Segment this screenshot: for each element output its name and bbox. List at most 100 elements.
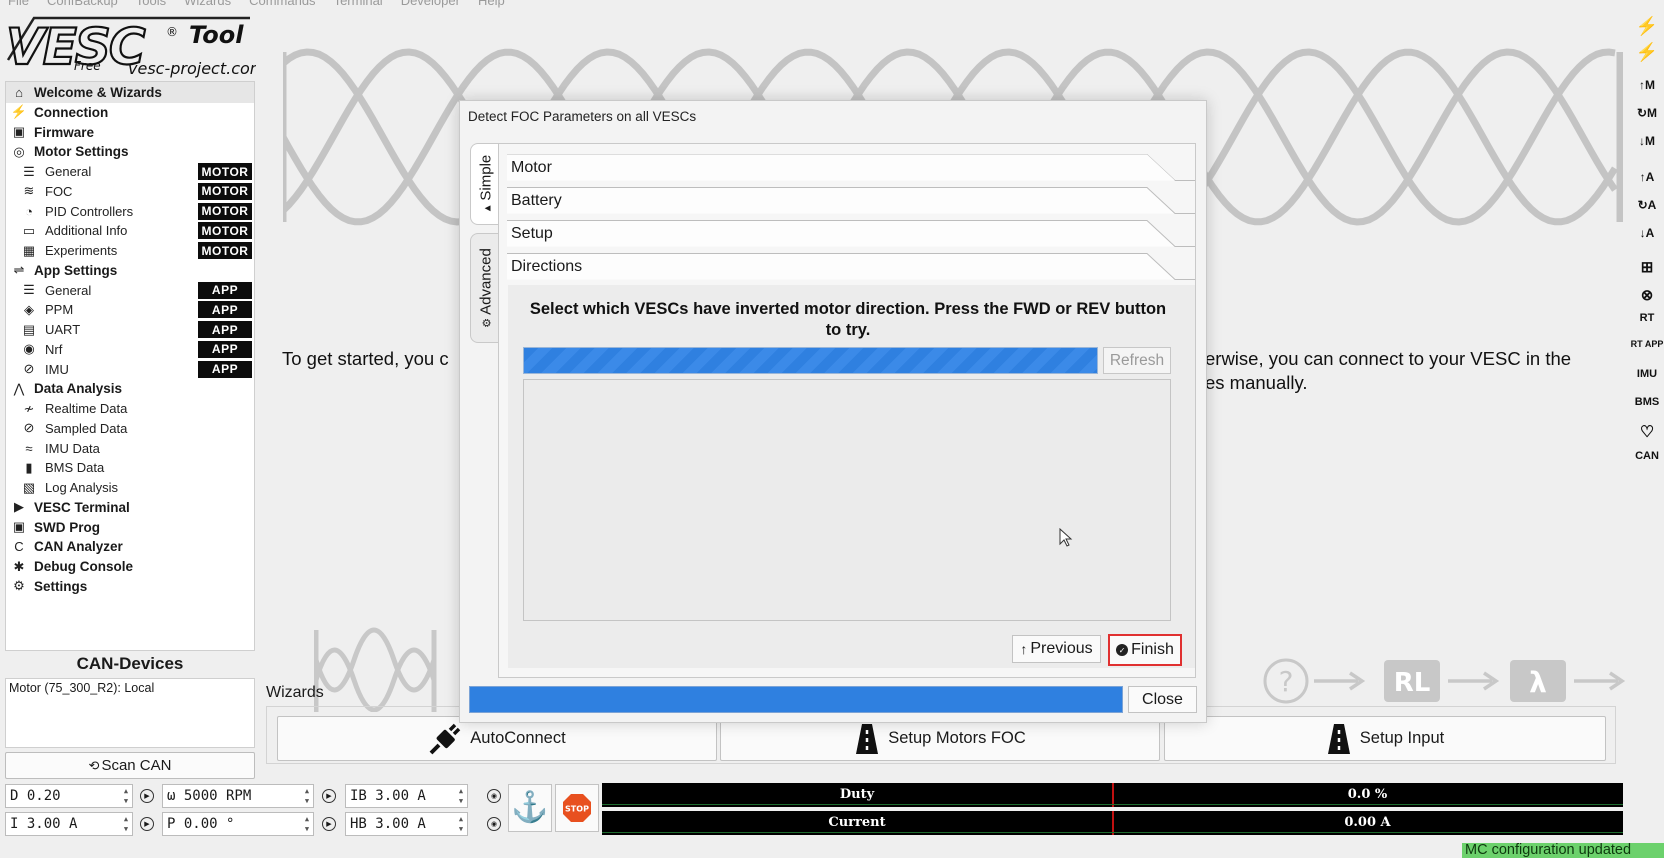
sidebar-item-log-analysis[interactable]: ▧ Log Analysis bbox=[6, 477, 254, 498]
dialog-title: Detect FOC Parameters on all VESCs bbox=[468, 109, 697, 124]
sidebar-item-imu-data[interactable]: ≈ IMU Data bbox=[6, 438, 254, 459]
sliders-icon: ☰ bbox=[23, 282, 35, 297]
setup-input-button[interactable]: Setup Input bbox=[1164, 716, 1606, 761]
play-rpm-icon[interactable]: ▶ bbox=[319, 785, 339, 807]
tab-simple[interactable]: ▲ Simple bbox=[470, 143, 500, 225]
sidebar-item-additional-info-motor[interactable]: ▭ Additional Info MOTOR bbox=[6, 220, 254, 241]
sidebar-item-app-settings[interactable]: ⇌ App Settings bbox=[6, 260, 254, 281]
brake-ib-icon[interactable]: ◉ bbox=[484, 785, 504, 807]
sidebar-item-general-motor[interactable]: ☰ General MOTOR bbox=[6, 161, 254, 182]
menu-confbackup[interactable]: ConfBackup bbox=[47, 0, 118, 8]
spin-arrows-icon[interactable]: ▲ ▼ bbox=[302, 814, 312, 834]
sidebar-item-connection[interactable]: ⚡ Connection bbox=[6, 102, 254, 123]
current-input[interactable]: I 3.00 A ▲ ▼ bbox=[5, 812, 133, 836]
log-icon: ▧ bbox=[22, 479, 36, 495]
check-circle-icon: ✓ bbox=[1116, 644, 1129, 656]
scan-progress-bar bbox=[523, 347, 1098, 374]
sidebar-item-pid-controllers-motor[interactable]: ◔ PID Controllers MOTOR bbox=[6, 201, 254, 222]
imu-icon: ⊘ bbox=[23, 361, 35, 376]
sidebar-item-experiments-motor[interactable]: ▦ Experiments MOTOR bbox=[6, 240, 254, 261]
section-setup[interactable]: Setup bbox=[507, 220, 1195, 248]
sidebar-item-vesc-terminal[interactable]: ▶ VESC Terminal bbox=[6, 497, 254, 518]
default-motor-config-icon[interactable]: ↻M bbox=[1630, 106, 1664, 120]
sidebar-item-realtime-data[interactable]: ≁ Realtime Data bbox=[6, 398, 254, 419]
can-device-item[interactable]: Motor (75_300_R2): Local bbox=[9, 681, 251, 695]
menu-commands[interactable]: Commands bbox=[249, 0, 315, 8]
duty-input[interactable]: D 0.20 ▲ ▼ bbox=[5, 784, 133, 808]
stop-button[interactable]: STOP bbox=[555, 784, 599, 832]
sidebar-item-label: Realtime Data bbox=[45, 401, 128, 416]
sidebar-item-welcome-wizards[interactable]: ⌂ Welcome & Wizards bbox=[6, 82, 254, 103]
heart-icon[interactable]: ♡ bbox=[1630, 422, 1664, 442]
sidebar-item-label: VESC Terminal bbox=[34, 499, 130, 515]
connect-icon[interactable]: ⚡ bbox=[1630, 16, 1664, 37]
flow-step-help: ? bbox=[1279, 665, 1294, 698]
current-bar-label: Current bbox=[828, 815, 886, 830]
sidebar-item-label: Additional Info bbox=[45, 223, 128, 239]
sidebar-item-firmware[interactable]: ▣ Firmware bbox=[6, 122, 254, 143]
read-motor-config-icon[interactable]: ↓M bbox=[1630, 134, 1664, 148]
write-motor-config-icon[interactable]: ↑M bbox=[1630, 78, 1664, 92]
sidebar-item-data-analysis[interactable]: ⋀ Data Analysis bbox=[6, 378, 254, 399]
menu-file[interactable]: File bbox=[8, 0, 29, 8]
vesc-direction-list[interactable] bbox=[523, 379, 1171, 621]
spin-arrows-icon[interactable]: ▲ ▼ bbox=[456, 786, 466, 806]
write-app-config-icon[interactable]: ↑A bbox=[1630, 170, 1664, 184]
refresh-button[interactable]: Refresh bbox=[1103, 347, 1171, 374]
brake-hb-icon[interactable]: ◉ bbox=[484, 813, 504, 835]
menu-terminal[interactable]: Terminal bbox=[334, 0, 383, 8]
spin-arrows-icon[interactable]: ▲ ▼ bbox=[456, 814, 466, 834]
section-battery[interactable]: Battery bbox=[507, 187, 1195, 215]
play-duty-icon[interactable]: ▶ bbox=[137, 785, 157, 807]
play-current-icon[interactable]: ▶ bbox=[137, 813, 157, 835]
spin-arrows-icon[interactable]: ▲ ▼ bbox=[121, 786, 131, 806]
can-device-list[interactable]: Motor (75_300_R2): Local bbox=[5, 678, 255, 748]
read-app-config-icon[interactable]: ↓A bbox=[1630, 226, 1664, 240]
can-fwd-icon[interactable]: CAN bbox=[1630, 450, 1664, 462]
anchor-button[interactable]: ⚓ bbox=[508, 784, 552, 832]
finish-button[interactable]: ✓ Finish bbox=[1108, 634, 1182, 666]
sidebar-item-uart-app[interactable]: ▤ UART APP bbox=[6, 319, 254, 340]
default-app-config-icon[interactable]: ↻A bbox=[1630, 198, 1664, 212]
sidebar-item-sampled-data[interactable]: ⊘ Sampled Data bbox=[6, 418, 254, 439]
gamepad-icon[interactable]: ⊗ bbox=[1630, 286, 1664, 304]
disconnect-icon[interactable]: ⚡ bbox=[1630, 42, 1664, 63]
sidebar-item-settings[interactable]: ⚙ Settings bbox=[6, 576, 254, 597]
sidebar-item-bms-data[interactable]: ▮ BMS Data bbox=[6, 457, 254, 478]
play-position-icon[interactable]: ▶ bbox=[319, 813, 339, 835]
sidebar-item-ppm-app[interactable]: ◈ PPM APP bbox=[6, 299, 254, 320]
section-directions[interactable]: Directions bbox=[507, 253, 1195, 281]
section-motor[interactable]: Motor bbox=[507, 154, 1195, 182]
realtime-app-icon[interactable]: RT APP bbox=[1630, 340, 1664, 349]
setup-flow-graphic: ? RL λ bbox=[1262, 655, 1632, 707]
stop-sign-icon: STOP bbox=[563, 794, 591, 822]
scan-can-button[interactable]: ⟲ Scan CAN bbox=[5, 752, 255, 779]
realtime-data-icon[interactable]: RT bbox=[1630, 312, 1664, 324]
ib-input[interactable]: IB 3.00 A ▲ ▼ bbox=[345, 784, 468, 808]
sidebar-item-swd-prog[interactable]: ▣ SWD Prog bbox=[6, 517, 254, 538]
sidebar-item-nrf-app[interactable]: ◉ Nrf APP bbox=[6, 339, 254, 360]
menu-wizards[interactable]: Wizards bbox=[184, 0, 231, 8]
sidebar-item-general-app[interactable]: ☰ General APP bbox=[6, 280, 254, 301]
previous-button[interactable]: ↑ Previous bbox=[1012, 635, 1101, 663]
imu-icon[interactable]: IMU bbox=[1630, 368, 1664, 380]
spin-arrows-icon[interactable]: ▲ ▼ bbox=[302, 786, 312, 806]
menu-tools[interactable]: Tools bbox=[136, 0, 166, 8]
menu-developer[interactable]: Developer bbox=[401, 0, 460, 8]
tab-advanced[interactable]: ⚙ Advanced bbox=[470, 233, 500, 343]
sidebar-item-foc-motor[interactable]: ≋ FOC MOTOR bbox=[6, 181, 254, 202]
rpm-input[interactable]: ω 5000 RPM ▲ ▼ bbox=[162, 784, 314, 808]
can-network-icon[interactable]: ⊞ bbox=[1630, 258, 1664, 276]
position-input[interactable]: P 0.00 ° ▲ ▼ bbox=[162, 812, 314, 836]
sidebar-item-imu-app[interactable]: ⊘ IMU APP bbox=[6, 359, 254, 380]
bms-icon[interactable]: BMS bbox=[1630, 396, 1664, 408]
close-button[interactable]: Close bbox=[1128, 686, 1197, 713]
foc-icon: ≋ bbox=[23, 183, 35, 199]
menu-help[interactable]: Help bbox=[478, 0, 505, 8]
hb-input[interactable]: HB 3.00 A ▲ ▼ bbox=[345, 812, 468, 836]
sidebar-item-debug-console[interactable]: ✱ Debug Console bbox=[6, 556, 254, 577]
sidebar-item-motor-settings[interactable]: ◎ Motor Settings bbox=[6, 141, 254, 162]
sidebar-item-label: FOC bbox=[45, 183, 73, 199]
sidebar-item-can-analyzer[interactable]: C CAN Analyzer bbox=[6, 536, 254, 557]
spin-arrows-icon[interactable]: ▲ ▼ bbox=[121, 814, 131, 834]
